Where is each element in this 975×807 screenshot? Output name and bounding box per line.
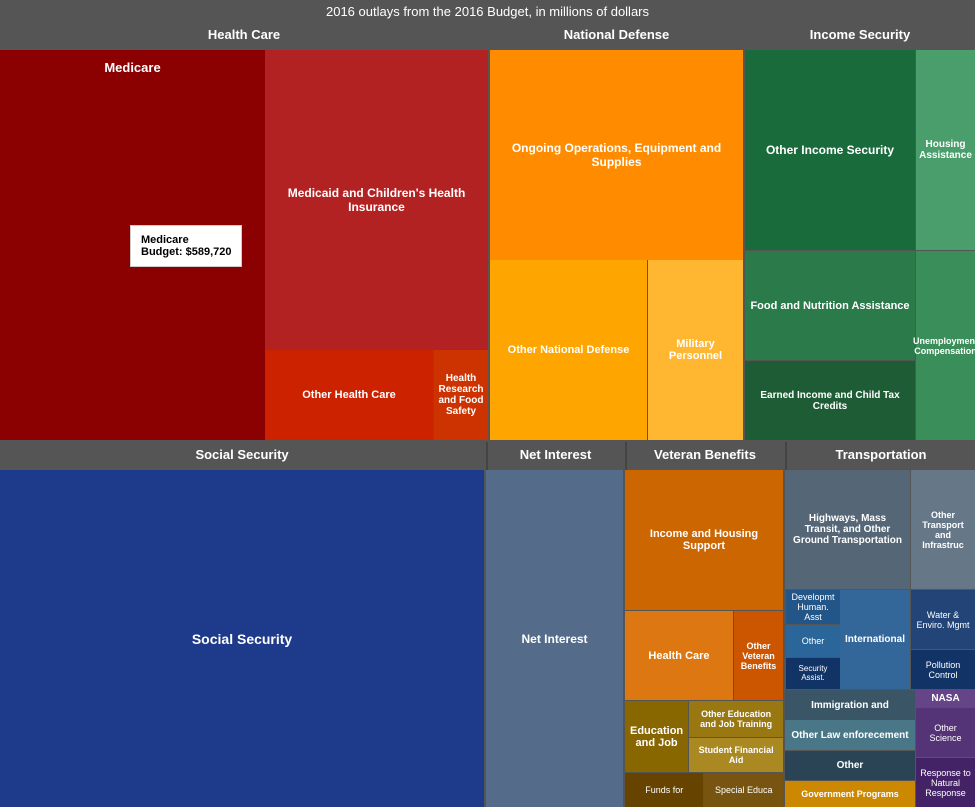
veterans-col: Veteran Benefits Income and Housing Supp…: [625, 442, 785, 807]
military-personnel-cell: Military Personnel: [648, 260, 743, 440]
other-national-defense-cell: Other National Defense: [490, 260, 648, 440]
chart-container: 2016 outlays from the 2016 Budget, in mi…: [0, 0, 975, 731]
security-cell: Security Assist.: [786, 657, 840, 690]
transportation-header: Transportation: [785, 442, 975, 470]
nasa-cell: NASA: [916, 690, 975, 707]
housing-assistance-cell: Housing Assistance: [915, 50, 975, 250]
social-security-header: Social Security: [0, 442, 484, 470]
highways-cell: Highways, Mass Transit, and Other Ground…: [785, 470, 910, 589]
medicaid-cell: Medicaid and Children's Health Insurance: [265, 50, 488, 350]
water-cell: Water & Enviro. Mgmt: [911, 590, 975, 649]
other-transport-cell: Other Transport and Infrastruc: [910, 470, 975, 589]
other-cell-bottom: Other: [785, 750, 915, 780]
gov-programs-cell: Government Programs: [785, 780, 915, 807]
medicare-label: Medicare: [104, 60, 160, 75]
earned-income-cell: Earned Income and Child Tax Credits: [745, 360, 915, 440]
law-enforcement-cell: Other Law enforecement: [785, 720, 915, 750]
health-research-cell: Health Research and Food Safety: [433, 350, 488, 440]
social-security-cell: Social Security: [0, 470, 484, 807]
right-cols: Transportation Highways, Mass Transit, a…: [785, 442, 975, 807]
other-edu-cell: Other Education and Job Training: [689, 701, 783, 737]
natural-resources-section: Developmt Human. Asst Other Security Ass…: [785, 590, 975, 690]
chart-title: 2016 outlays from the 2016 Budget, in mi…: [0, 0, 975, 22]
medicare-tooltip: Medicare Budget: $589,720: [130, 225, 242, 267]
health-care-body: Medicare Medicare Budget: $589,720 Medic…: [0, 50, 488, 440]
international-cell: International: [840, 590, 910, 689]
immigration-cell: Immigration and: [785, 690, 915, 720]
special-edu-cell: Special Educa: [703, 773, 783, 807]
health-right: Medicaid and Children's Health Insurance…: [265, 50, 488, 440]
social-security-col: Social Security Social Security: [0, 442, 486, 807]
treemap: Health Care Medicare Medicare Budget: $5…: [0, 22, 975, 807]
income-housing-cell: Income and Housing Support: [625, 470, 783, 610]
science-col: NASA Other Science Response to Natural R…: [915, 690, 975, 807]
income-left: Other Income Security Food and Nutrition…: [745, 50, 915, 440]
net-interest-cell: Net Interest: [486, 470, 623, 807]
other-income-cell: Other Income Security: [745, 50, 915, 250]
unemployment-cell: Unemployment Compensation: [915, 250, 975, 440]
net-interest-col: Net Interest Net Interest: [486, 442, 625, 807]
veterans-header: Veteran Benefits: [625, 442, 783, 470]
natural-env-col: Water & Enviro. Mgmt Pollution Control: [910, 590, 975, 689]
tooltip-title: Medicare: [141, 234, 231, 246]
income-security-body: Other Income Security Food and Nutrition…: [745, 50, 975, 440]
other-intl-cell: Other: [786, 624, 840, 657]
health-bottom-row: Other Health Care Health Research and Fo…: [265, 350, 488, 440]
develop-security-col: Developmt Human. Asst Other Security Ass…: [785, 590, 840, 689]
national-defense-header: National Defense: [490, 22, 743, 50]
veterans-body: Income and Housing Support Health Care O…: [625, 470, 783, 807]
bottom-right-section: Immigration and Other Law enforecement O…: [785, 690, 975, 807]
medicare-cell: Medicare Medicare Budget: $589,720: [0, 50, 265, 440]
defense-body: Ongoing Operations, Equipment and Suppli…: [490, 50, 743, 440]
education-job-cell: Education and Job: [625, 701, 688, 772]
other-vet-cell: Other Veteran Benefits: [733, 611, 783, 700]
food-nutrition-cell: Food and Nutrition Assistance: [745, 250, 915, 360]
student-financial-cell: Student Financial Aid: [689, 737, 783, 773]
transportation-section: Highways, Mass Transit, and Other Ground…: [785, 470, 975, 590]
other-health-cell: Other Health Care: [265, 350, 433, 440]
funds-special-row: Funds for Special Educa: [625, 772, 783, 807]
response-cell: Response to Natural Response: [916, 757, 975, 807]
other-science-cell: Other Science: [916, 707, 975, 757]
bottom-section: Social Security Social Security Net Inte…: [0, 442, 975, 807]
develop-cell: Developmt Human. Asst: [786, 590, 840, 624]
education-sub-row: Other Education and Job Training Student…: [688, 701, 783, 772]
ongoing-ops-cell: Ongoing Operations, Equipment and Suppli…: [490, 50, 743, 260]
immigration-col: Immigration and Other Law enforecement O…: [785, 690, 915, 807]
health-care-vet-row: Health Care Other Veteran Benefits: [625, 610, 783, 700]
pollution-cell: Pollution Control: [911, 649, 975, 689]
health-care-vet-cell: Health Care: [625, 611, 733, 700]
top-section: Health Care Medicare Medicare Budget: $5…: [0, 22, 975, 442]
income-security-header: Income Security: [745, 22, 975, 50]
education-job-row: Education and Job Other Education and Jo…: [625, 700, 783, 772]
national-defense-col: National Defense Ongoing Operations, Equ…: [490, 22, 745, 440]
tooltip-value: Budget: $589,720: [141, 246, 231, 258]
income-security-col: Income Security Other Income Security Fo…: [745, 22, 975, 440]
funds-cell: Funds for: [625, 773, 704, 807]
income-right: Housing Assistance Unemployment Compensa…: [915, 50, 975, 440]
net-interest-header: Net Interest: [486, 442, 623, 470]
defense-bottom: Other National Defense Military Personne…: [490, 260, 743, 440]
health-care-header: Health Care: [0, 22, 488, 50]
health-care-col: Health Care Medicare Medicare Budget: $5…: [0, 22, 490, 440]
